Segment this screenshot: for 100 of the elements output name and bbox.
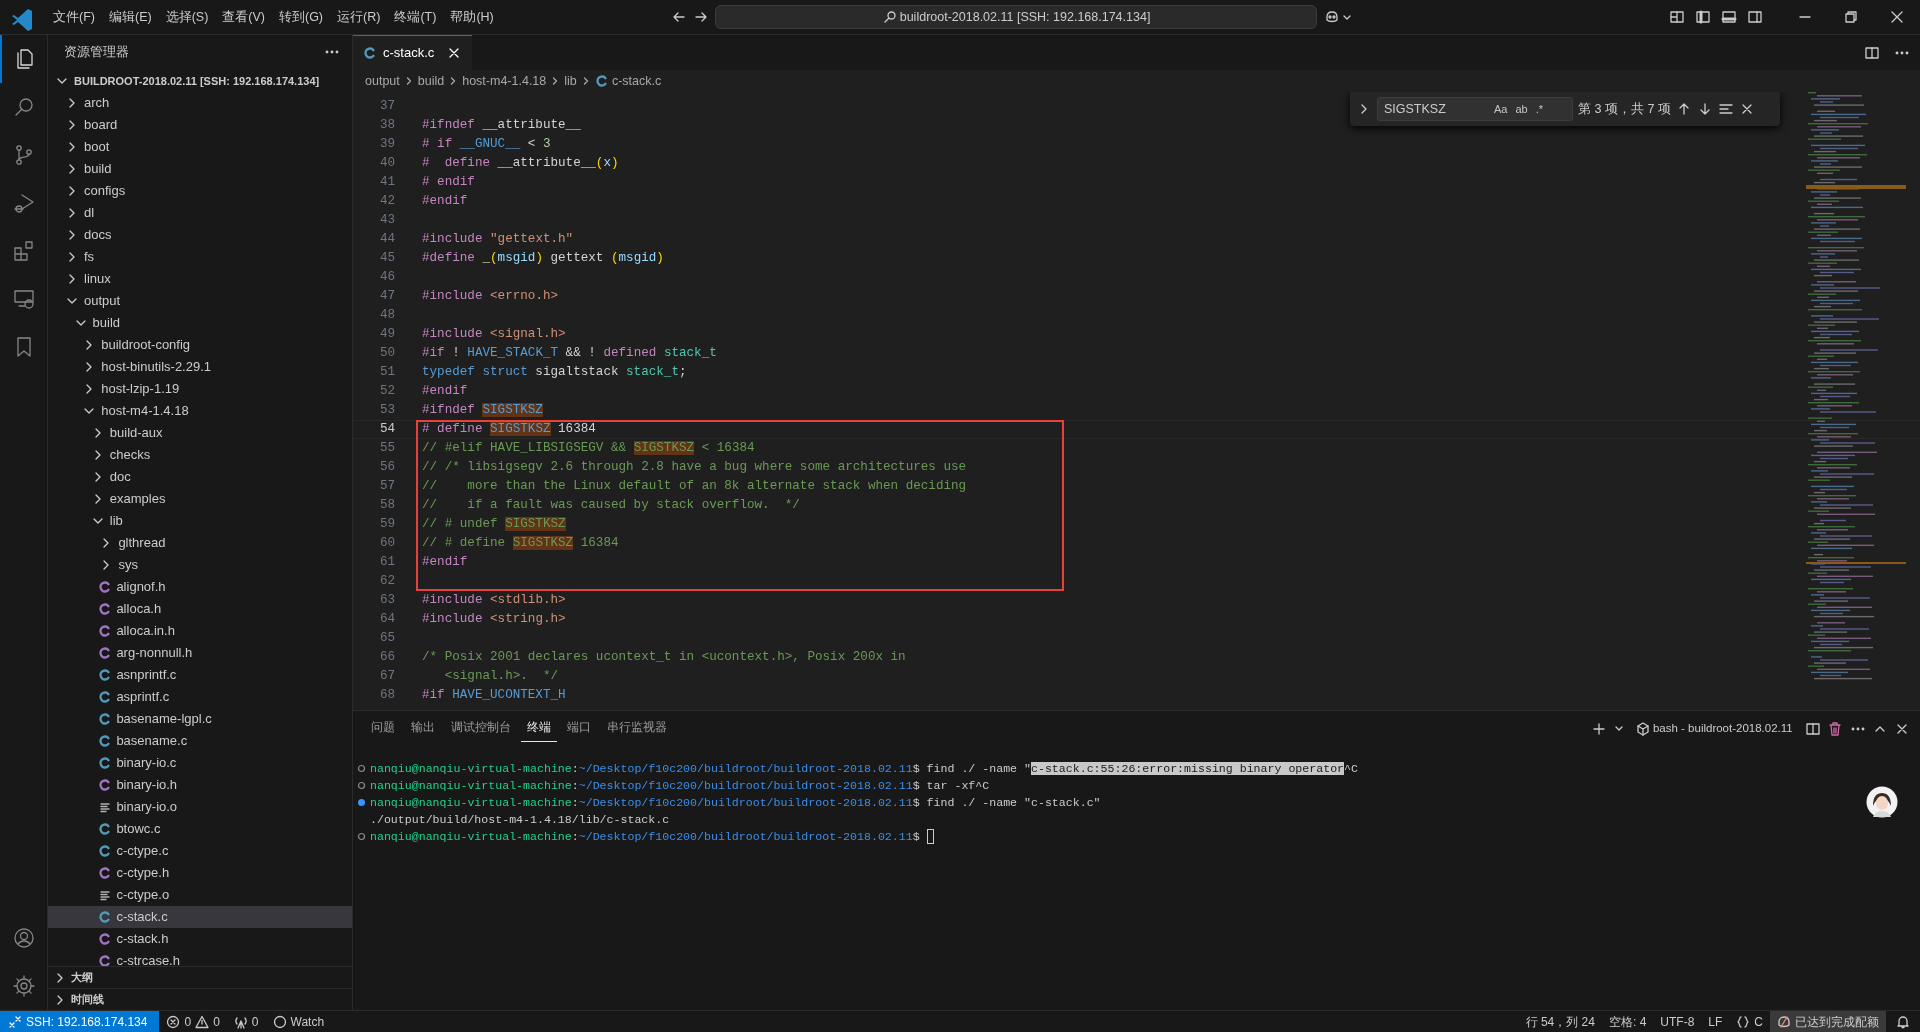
command-center[interactable]: buildroot-2018.02.11 [SSH: 192.168.174.134] [715, 5, 1318, 29]
tree-item[interactable]: doc [48, 465, 352, 488]
sidebar-toggle-icon[interactable] [1695, 9, 1711, 25]
menu-item[interactable]: 运行(R) [330, 5, 388, 29]
terminal-selector[interactable]: bash - buildroot-2018.02.11 [1635, 719, 1793, 738]
find-option-button[interactable]: ab [1513, 100, 1530, 118]
line-ending[interactable]: LF [1701, 1010, 1730, 1032]
find-option-button[interactable]: .* [1533, 100, 1546, 118]
tree-item[interactable]: glthread [48, 531, 352, 554]
panel-tab[interactable]: 端口 [561, 715, 597, 742]
command-done-icon[interactable] [357, 832, 366, 841]
find-field[interactable]: SIGSTKSZ Aa ab .* [1377, 97, 1573, 121]
tree-item[interactable]: asnprintf.c [48, 663, 352, 686]
tree-item[interactable]: build [48, 311, 352, 334]
tree-item[interactable]: binary-io.c [48, 751, 352, 774]
tree-item[interactable]: host-m4-1.4.18 [48, 399, 352, 422]
language-mode[interactable]: C [1729, 1010, 1770, 1032]
extensions-icon[interactable] [12, 239, 36, 263]
tree-item[interactable]: output [48, 289, 352, 312]
problems-indicator[interactable]: 0 0 [159, 1010, 227, 1032]
tree-item[interactable]: board [48, 113, 352, 136]
indentation[interactable]: 空格: 4 [1601, 1010, 1654, 1032]
section-header[interactable]: 大纲 [48, 966, 352, 989]
tree-item[interactable]: alloca.in.h [48, 619, 352, 642]
menu-item[interactable]: 编辑(E) [101, 5, 159, 29]
c-file-icon [98, 667, 113, 682]
tree-item[interactable]: checks [48, 443, 352, 466]
tree-item[interactable]: examples [48, 487, 352, 510]
tree-item[interactable]: lib [48, 509, 352, 532]
tree-item[interactable]: btowc.c [48, 817, 352, 840]
tree-item[interactable]: build [48, 157, 352, 180]
tree-item[interactable]: c-stack.h [48, 927, 352, 950]
tree-item[interactable]: binary-io.o [48, 795, 352, 818]
settings-icon[interactable] [12, 974, 36, 998]
tree-item[interactable]: buildroot-config [48, 333, 352, 356]
breadcrumb[interactable]: host-m4-1.4.18 [462, 71, 547, 91]
layout-icon[interactable] [1669, 9, 1685, 25]
tree-item[interactable]: docs [48, 223, 352, 246]
account-icon[interactable] [12, 926, 36, 950]
restore-icon[interactable] [1843, 9, 1859, 25]
menu-item[interactable]: 帮助(H) [443, 5, 501, 29]
breadcrumb[interactable]: output [365, 71, 400, 91]
code-line: #ifndef SIGSTKSZ [421, 402, 543, 420]
panel-tab[interactable]: 输出 [405, 715, 441, 742]
menu-item[interactable]: 终端(T) [387, 5, 444, 29]
tree-item[interactable]: arch [48, 91, 352, 114]
tree-item[interactable]: basename-lgpl.c [48, 707, 352, 730]
monitor-icon[interactable] [12, 287, 36, 311]
tree-item[interactable]: linux [48, 267, 352, 290]
tree-item[interactable]: c-stack.c [48, 905, 352, 928]
selection-icon[interactable] [1718, 101, 1734, 117]
editor-tab[interactable]: c-stack.c [353, 35, 473, 70]
command-done-icon[interactable] [357, 781, 366, 790]
breadcrumb[interactable]: build [417, 71, 445, 91]
tree-item[interactable]: build-aux [48, 421, 352, 444]
line-number: 55 [378, 440, 395, 458]
tree-item[interactable]: asprintf.c [48, 685, 352, 708]
tree-item[interactable]: host-binutils-2.29.1 [48, 355, 352, 378]
menu-item[interactable]: 转到(G) [272, 5, 331, 29]
tree-item[interactable]: alloca.h [48, 597, 352, 620]
find-option-button[interactable]: Aa [1492, 100, 1510, 118]
command-done-icon[interactable] [357, 764, 366, 773]
tree-item[interactable]: c-ctype.o [48, 883, 352, 906]
bell-icon[interactable] [1896, 1014, 1910, 1029]
menu-item[interactable]: 查看(V) [215, 5, 272, 29]
panel-tab[interactable]: 问题 [365, 715, 401, 742]
panel-tab[interactable]: 串行监视器 [601, 715, 673, 742]
menu-item[interactable]: 文件(F) [46, 5, 102, 29]
command-marker-icon[interactable] [357, 798, 366, 807]
close-icon[interactable] [1889, 9, 1905, 25]
split-terminal-icon[interactable] [1805, 720, 1821, 737]
tree-item[interactable]: c-ctype.c [48, 839, 352, 862]
secondary-sidebar-icon[interactable] [1747, 9, 1763, 25]
tree-item[interactable]: host-lzip-1.19 [48, 377, 352, 400]
remote-indicator[interactable]: SSH: 192.168.174.134 [0, 1010, 160, 1032]
tree-item[interactable]: basename.c [48, 729, 352, 752]
quota-indicator[interactable]: 已达到完成配额 [1770, 1010, 1886, 1032]
breadcrumb[interactable]: lib [564, 71, 577, 91]
panel-toggle-icon[interactable] [1721, 9, 1737, 25]
tree-item[interactable]: sys [48, 553, 352, 576]
breadcrumb[interactable]: c-stack.c [594, 71, 662, 91]
cursor-position[interactable]: 行 54，列 24 [1518, 1010, 1602, 1032]
tree-item[interactable]: arg-nonnull.h [48, 641, 352, 664]
ports-indicator[interactable]: 0 [226, 1010, 266, 1032]
explorer-root[interactable]: BUILDROOT-2018.02.11 [SSH: 192.168.174.134] [48, 69, 352, 92]
avatar[interactable] [1866, 786, 1898, 818]
encoding[interactable]: UTF-8 [1653, 1010, 1702, 1032]
menu-item[interactable]: 选择(S) [158, 5, 216, 29]
tree-item[interactable]: fs [48, 245, 352, 268]
tree-item[interactable]: configs [48, 179, 352, 202]
tree-item[interactable]: dl [48, 201, 352, 224]
panel-tab[interactable]: 调试控制台 [445, 715, 517, 742]
panel-tab[interactable]: 终端 [521, 715, 557, 742]
watch-button[interactable]: Watch [265, 1010, 332, 1032]
split-editor-icon[interactable] [1864, 44, 1880, 61]
tree-item[interactable]: alignof.h [48, 575, 352, 598]
tree-item[interactable]: boot [48, 135, 352, 158]
tree-item[interactable]: c-ctype.h [48, 861, 352, 884]
tree-item[interactable]: c-strcase.h [48, 949, 352, 967]
tree-item[interactable]: binary-io.h [48, 773, 352, 796]
